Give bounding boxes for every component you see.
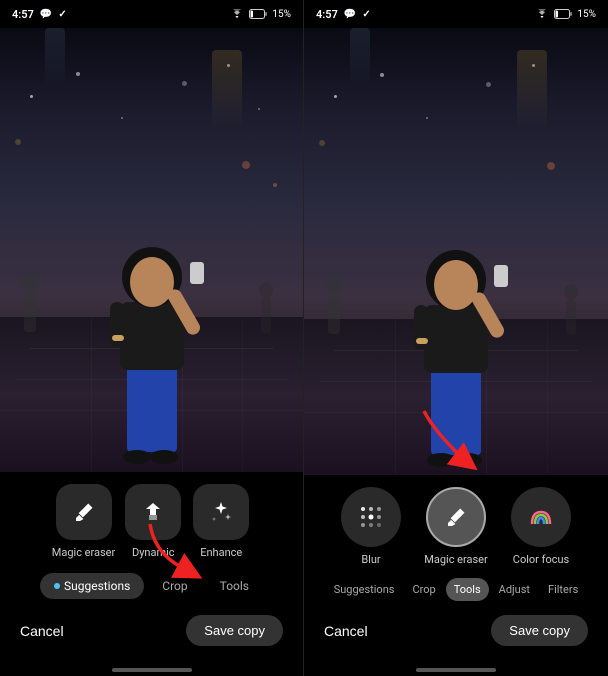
whatsapp-icon: 💬 [40, 9, 52, 20]
home-indicator-right [416, 668, 496, 672]
whatsapp-icon-right: 💬 [344, 9, 356, 20]
tab-adjust-right[interactable]: Adjust [491, 578, 538, 601]
enhance-icon-box [193, 484, 249, 540]
blur-icon-circle [341, 487, 401, 547]
photo-scene-right [304, 28, 608, 475]
tab-tools-label: Tools [220, 579, 249, 593]
battery-pct-right: 15% [577, 9, 596, 20]
tab-suggestions-right[interactable]: Suggestions [326, 578, 403, 601]
bg-people2-left [254, 278, 279, 348]
tab-crop-left[interactable]: Crop [148, 573, 201, 599]
tool-blur-right[interactable]: Blur [339, 487, 404, 566]
tab-crop-label-right: Crop [412, 583, 435, 596]
tab-crop-label: Crop [162, 579, 187, 593]
status-left-right: 4:57 💬 ✓ [316, 8, 371, 21]
person-svg-right [386, 205, 526, 475]
dynamic-icon-box [125, 484, 181, 540]
cancel-button-right[interactable]: Cancel [324, 623, 368, 639]
home-bar-right [304, 662, 608, 676]
save-copy-button-right[interactable]: Save copy [491, 615, 588, 646]
battery-icon-right [554, 9, 572, 19]
wifi-icon-right [535, 9, 549, 19]
magic-eraser-label-right: Magic eraser [424, 553, 488, 566]
eraser-icon-right [444, 505, 468, 529]
tab-tools-label-right: Tools [454, 583, 481, 596]
right-panel: 4:57 💬 ✓ 15% [304, 0, 608, 676]
bg-people-left [15, 268, 45, 348]
magic-eraser-label: Magic eraser [52, 546, 116, 559]
color-focus-icon [528, 504, 554, 530]
person-svg-left [82, 202, 222, 472]
left-panel: 4:57 💬 ✓ 15% [0, 0, 304, 676]
save-copy-button-left[interactable]: Save copy [186, 615, 283, 646]
sparkle-icon [209, 500, 233, 524]
home-bar-left [0, 662, 303, 676]
wifi-icon [230, 9, 244, 19]
tab-tools-right[interactable]: Tools [446, 578, 489, 601]
battery-pct-left: 15% [272, 9, 291, 20]
photo-scene-left [0, 28, 303, 472]
color-focus-label: Color focus [513, 553, 569, 566]
tab-filters-right[interactable]: Filters [540, 578, 586, 601]
tool-enhance-left[interactable]: Enhance [191, 484, 251, 559]
tab-bar-right: Suggestions Crop Tools Adjust Filters [304, 574, 608, 605]
bottom-actions-left: Cancel Save copy [0, 605, 303, 662]
dynamic-label: Dynamic [132, 546, 175, 559]
bg-people-right [319, 270, 349, 350]
tab-tools-left[interactable]: Tools [206, 573, 263, 599]
magic-eraser-icon-circle [426, 487, 486, 547]
battery-icon [249, 9, 267, 19]
blur-icon [358, 504, 384, 530]
tab-filters-label-right: Filters [548, 583, 578, 596]
tools-row-left: Magic eraser Dynamic [0, 472, 303, 567]
tab-suggestions-left[interactable]: Suggestions [40, 573, 144, 599]
status-left: 4:57 💬 ✓ [12, 8, 67, 21]
photo-area-left [0, 28, 303, 472]
tab-bar-left: Suggestions Crop Tools [0, 567, 303, 605]
location-icon-right: ✓ [362, 9, 370, 20]
status-right-right: 15% [535, 9, 596, 20]
time-left: 4:57 [12, 8, 34, 21]
tools-row-right: Blur Magic eraser [304, 475, 608, 574]
magic-eraser-icon-box [56, 484, 112, 540]
bottom-actions-right: Cancel Save copy [304, 605, 608, 662]
status-right-left: 15% [230, 9, 291, 20]
tool-magic-eraser-left[interactable]: Magic eraser [52, 484, 116, 559]
blur-label: Blur [361, 553, 380, 566]
bg-people2-right [559, 280, 584, 350]
location-icon: ✓ [58, 9, 66, 20]
color-focus-icon-circle [511, 487, 571, 547]
home-indicator-left [112, 668, 192, 672]
status-bar-left: 4:57 💬 ✓ 15% [0, 0, 303, 28]
tab-adjust-label-right: Adjust [499, 583, 530, 596]
editor-bottom-left: Magic eraser Dynamic [0, 472, 303, 676]
tab-crop-right[interactable]: Crop [404, 578, 443, 601]
editor-bottom-right: Blur Magic eraser [304, 475, 608, 676]
tab-suggestions-label: Suggestions [64, 579, 130, 593]
tool-magic-eraser-right[interactable]: Magic eraser [424, 487, 489, 566]
photo-area-right [304, 28, 608, 475]
time-right: 4:57 [316, 8, 338, 21]
tool-color-focus-right[interactable]: Color focus [509, 487, 574, 566]
tab-suggestions-label-right: Suggestions [334, 583, 395, 596]
tool-dynamic-left[interactable]: Dynamic [123, 484, 183, 559]
status-bar-right: 4:57 💬 ✓ 15% [304, 0, 608, 28]
enhance-label: Enhance [200, 546, 242, 559]
tab-dot [54, 583, 60, 589]
eraser-icon [72, 500, 96, 524]
cancel-button-left[interactable]: Cancel [20, 623, 64, 639]
dynamic-icon [141, 500, 165, 524]
